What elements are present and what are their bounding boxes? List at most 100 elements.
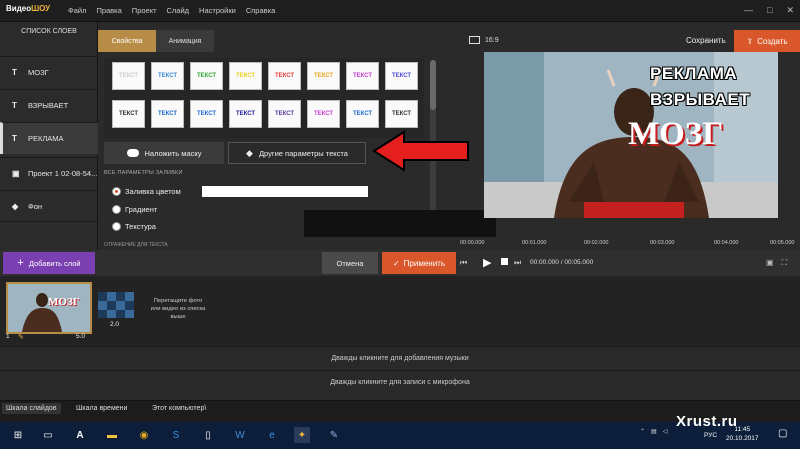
preview-text-mozg: МОЗГ bbox=[628, 116, 724, 152]
text-preset[interactable]: ТЕКСТ bbox=[151, 100, 184, 128]
font-app-icon[interactable]: A bbox=[72, 427, 88, 443]
tray-chevron-icon[interactable]: ⌃ bbox=[640, 428, 645, 435]
edge-icon[interactable]: e bbox=[264, 427, 280, 443]
play-icon[interactable]: ▶ bbox=[483, 256, 491, 269]
word-icon[interactable]: W bbox=[232, 427, 248, 443]
plus-icon: + bbox=[17, 257, 24, 269]
ruler-tick: 00:02.000 bbox=[584, 240, 609, 246]
fullscreen-icon[interactable]: ⛶ bbox=[782, 258, 788, 268]
skip-back-icon[interactable]: ⏮ bbox=[460, 258, 467, 268]
tab-properties[interactable]: Свойства bbox=[98, 30, 156, 52]
slide-thumbnail[interactable] bbox=[6, 282, 92, 334]
fill-color-option[interactable]: Заливка цветом bbox=[112, 187, 181, 196]
text-icon: T bbox=[12, 68, 17, 77]
text-preset[interactable]: ТЕКСТ bbox=[112, 62, 145, 90]
mic-track[interactable]: Дважды кликните для записи с микрофона bbox=[0, 370, 800, 394]
notifications-icon[interactable]: ▢ bbox=[778, 428, 787, 439]
close-button[interactable]: ✕ bbox=[786, 5, 794, 16]
text-preset[interactable]: ТЕКСТ bbox=[307, 62, 340, 90]
menu-settings[interactable]: Настройки bbox=[199, 6, 236, 15]
menu-help[interactable]: Справка bbox=[246, 6, 275, 15]
cancel-button[interactable]: Отмена bbox=[322, 252, 378, 274]
menu-file[interactable]: Файл bbox=[68, 6, 86, 15]
windows-start-icon[interactable]: ⊞ bbox=[10, 427, 26, 443]
player-timecode: 00:00.000 / 00:05.000 bbox=[530, 259, 594, 266]
text-preset[interactable]: ТЕКСТ bbox=[229, 100, 262, 128]
tab-slide-scale[interactable]: Шкала слайдов bbox=[2, 403, 61, 414]
tab-animation[interactable]: Анимация bbox=[156, 30, 214, 52]
text-preset[interactable]: ТЕКСТ bbox=[190, 100, 223, 128]
paint-icon[interactable]: ✎ bbox=[326, 427, 342, 443]
menu-project[interactable]: Проект bbox=[132, 6, 157, 15]
transition-duration[interactable]: 2.0 bbox=[110, 321, 119, 328]
app-logo: ВидеоШОУ bbox=[6, 4, 51, 13]
text-preset[interactable]: ТЕКСТ bbox=[112, 100, 145, 128]
chrome-icon[interactable]: ◉ bbox=[136, 427, 152, 443]
text-preset[interactable]: ТЕКСТ bbox=[268, 62, 301, 90]
layer-item-project[interactable]: ▣ Проект 1 02-08-54... bbox=[0, 157, 98, 189]
network-icon[interactable]: ▤ bbox=[651, 428, 657, 435]
window-controls: — □ ✕ bbox=[744, 5, 794, 16]
paint-bucket-icon: ◆ bbox=[246, 147, 253, 158]
create-button[interactable]: ⇪ Создать bbox=[734, 30, 800, 52]
slide-duration[interactable]: 5.0 bbox=[76, 333, 85, 340]
skype-icon[interactable]: S bbox=[168, 427, 184, 443]
aspect-ratio-selector[interactable]: 16:9 bbox=[469, 36, 499, 44]
text-preset[interactable]: ТЕКСТ bbox=[346, 62, 379, 90]
menu-slide[interactable]: Слайд bbox=[167, 6, 190, 15]
document-icon[interactable]: ▯ bbox=[200, 427, 216, 443]
layer-item-background[interactable]: ◆ Фон bbox=[0, 190, 98, 222]
presets-scroll-thumb[interactable] bbox=[430, 60, 436, 110]
image-icon: ▣ bbox=[12, 169, 20, 178]
stop-icon[interactable] bbox=[501, 258, 508, 265]
tab-this-computer[interactable]: Этот компьютер\ bbox=[152, 405, 206, 412]
language-indicator[interactable]: РУС bbox=[704, 432, 717, 439]
radio[interactable] bbox=[112, 205, 121, 214]
snapshot-icon[interactable]: ▣ bbox=[766, 258, 774, 268]
music-track[interactable]: Дважды кликните для добавления музыки bbox=[0, 346, 800, 370]
preview-text-reklama[interactable]: РЕКЛАМА bbox=[650, 64, 737, 84]
ruler-tick: 00:01.000 bbox=[522, 240, 547, 246]
volume-icon[interactable]: ◁ bbox=[663, 428, 668, 435]
ruler-tick: 00:03.000 bbox=[650, 240, 675, 246]
folder-icon[interactable]: ▬ bbox=[104, 427, 120, 443]
text-preset[interactable]: ТЕКСТ bbox=[268, 100, 301, 128]
reflection-section-label: ОТРАЖЕНИЕ ДЛЯ ТЕКСТА bbox=[104, 242, 168, 248]
add-layer-button[interactable]: + Добавить слой bbox=[3, 252, 95, 274]
apply-button[interactable]: ✓ Применить bbox=[382, 252, 456, 274]
check-icon: ✓ bbox=[392, 258, 400, 268]
texture-option[interactable]: Текстура bbox=[112, 222, 156, 231]
slide-number: 1 bbox=[6, 333, 10, 340]
menu-edit[interactable]: Правка bbox=[96, 6, 121, 15]
layer-item-reklama[interactable]: T РЕКЛАМА bbox=[0, 122, 98, 154]
text-preset[interactable]: ТЕКСТ bbox=[151, 62, 184, 90]
text-params-button[interactable]: ◆ Другие параметры текста bbox=[228, 142, 366, 164]
text-preset[interactable]: ТЕКСТ bbox=[346, 100, 379, 128]
fill-color-swatch[interactable] bbox=[202, 186, 368, 197]
text-preset[interactable]: ТЕКСТ bbox=[229, 62, 262, 90]
radio[interactable] bbox=[112, 222, 121, 231]
minimize-button[interactable]: — bbox=[744, 5, 753, 16]
menu-bar: Файл Правка Проект Слайд Настройки Справ… bbox=[68, 6, 275, 15]
text-preset[interactable]: ТЕКСТ bbox=[385, 62, 418, 90]
preview-text-vzryvaet: ВЗРЫВАЕТ bbox=[650, 90, 751, 109]
layer-item-vzryvaet[interactable]: T ВЗРЫВАЕТ bbox=[0, 89, 98, 121]
text-preset[interactable]: ТЕКСТ bbox=[385, 100, 418, 128]
radio-selected[interactable] bbox=[112, 187, 121, 196]
transition-icon[interactable] bbox=[98, 292, 134, 318]
edit-pencil-icon[interactable]: ✎ bbox=[18, 333, 24, 341]
videoshow-icon[interactable]: ✦ bbox=[294, 427, 310, 443]
save-button[interactable]: Сохранить bbox=[686, 36, 726, 45]
task-view-icon[interactable]: ▭ bbox=[40, 427, 56, 443]
text-preset[interactable]: ТЕКСТ bbox=[190, 62, 223, 90]
skip-forward-icon[interactable]: ⏭ bbox=[514, 258, 521, 268]
tab-time-scale[interactable]: Шкала времени bbox=[76, 405, 127, 412]
monitor-icon bbox=[469, 36, 480, 44]
maximize-button[interactable]: □ bbox=[767, 5, 772, 16]
layer-item-mozg[interactable]: T МОЗГ bbox=[0, 56, 98, 88]
drop-hint: Перетащите фото или видео из списка выше bbox=[150, 298, 206, 320]
gradient-option[interactable]: Градиент bbox=[112, 205, 157, 214]
text-preset[interactable]: ТЕКСТ bbox=[307, 100, 340, 128]
timeline-ruler[interactable]: 00:00.000 00:01.000 00:02.000 00:03.000 … bbox=[460, 236, 800, 250]
apply-mask-button[interactable]: Наложить маску bbox=[104, 142, 224, 164]
